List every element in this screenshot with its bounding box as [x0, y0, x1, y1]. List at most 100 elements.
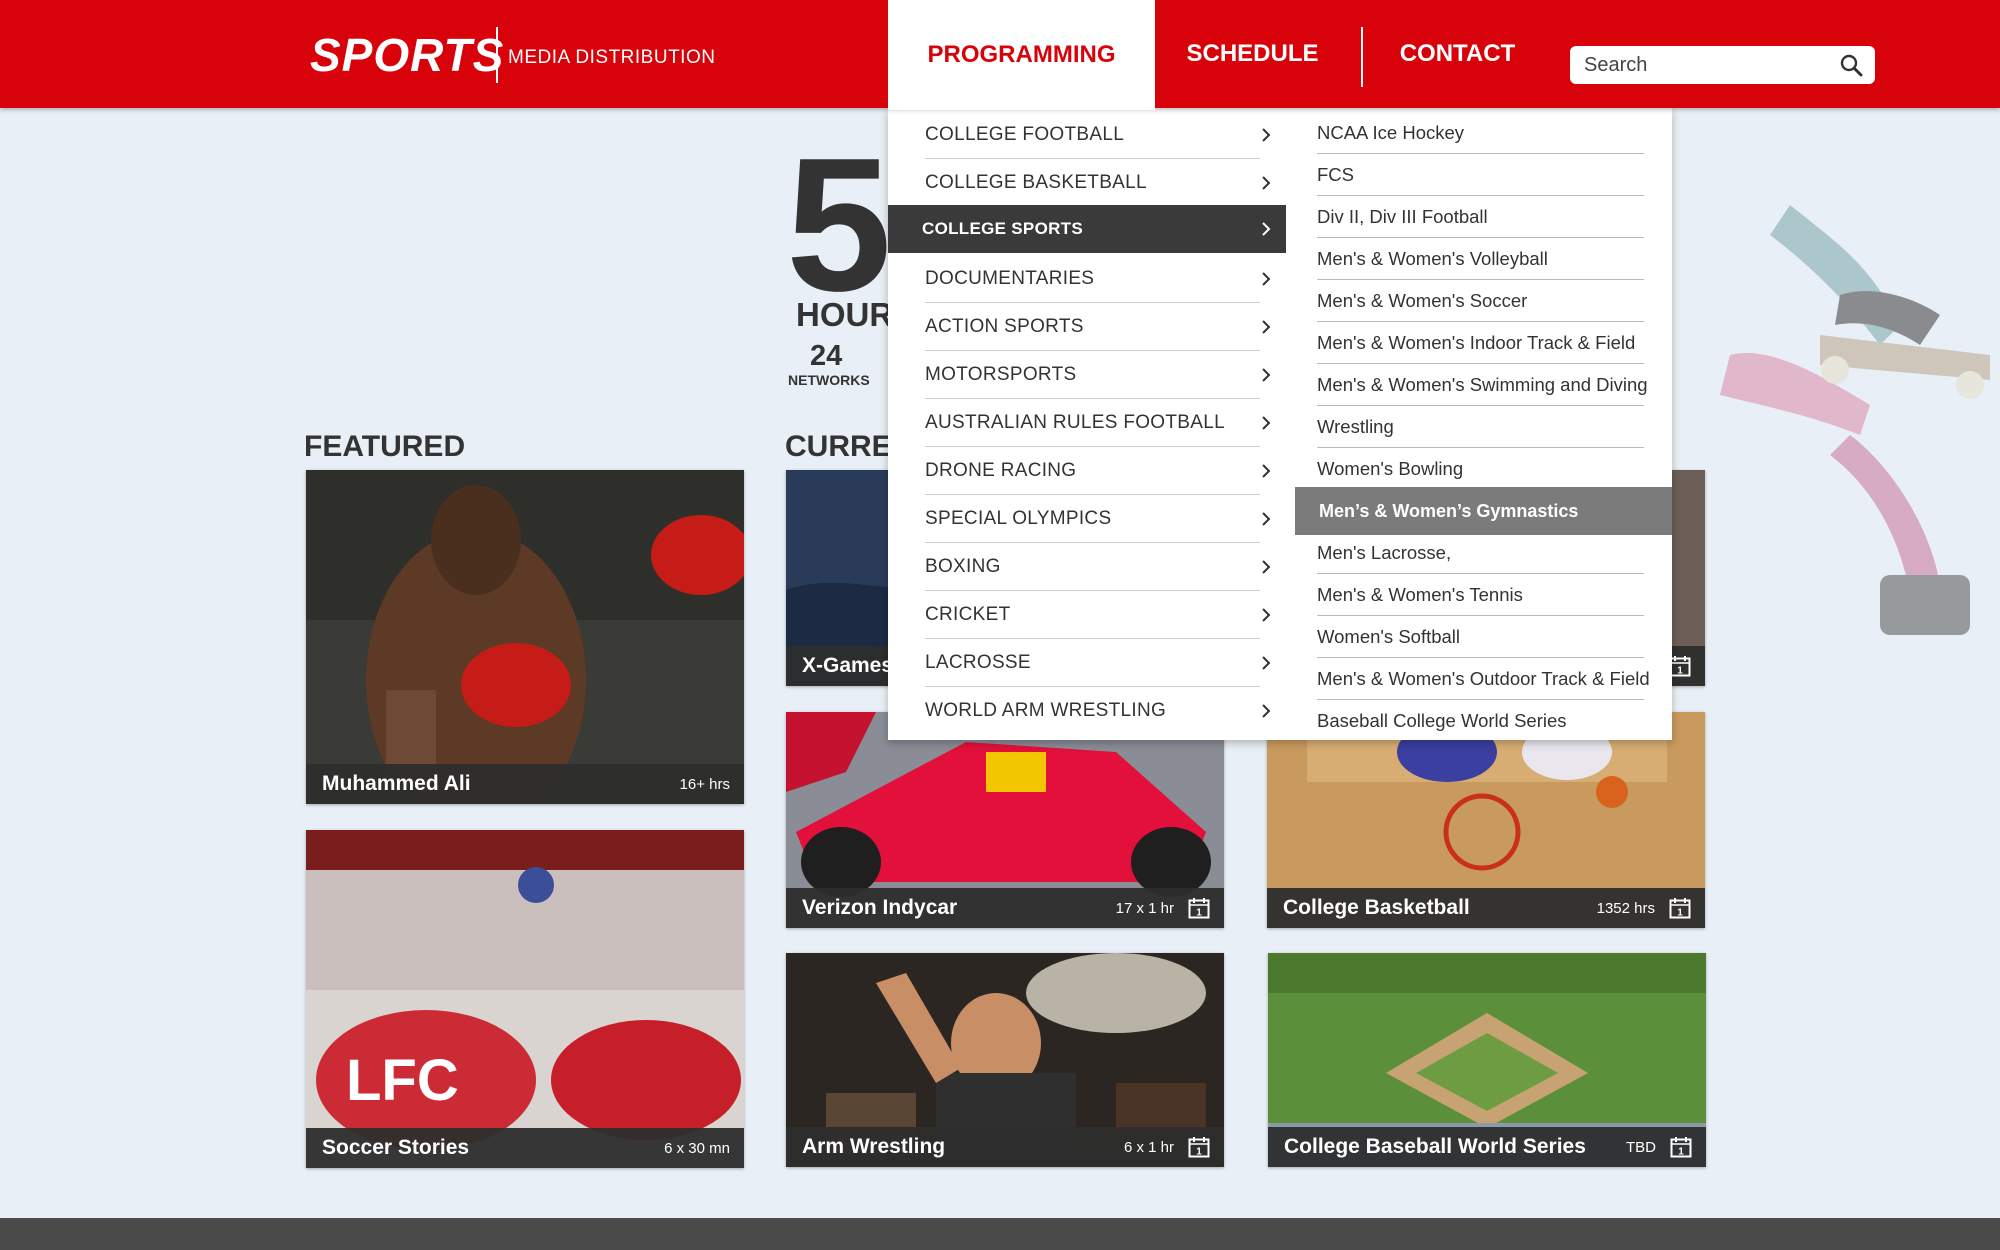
nav-divider: [1361, 27, 1363, 87]
menu-item-documentaries[interactable]: DOCUMENTARIES: [888, 255, 1286, 303]
submenu-item-label: Wrestling: [1317, 416, 1394, 437]
card-duration: 16+ hrs: [679, 775, 730, 793]
calendar-icon[interactable]: 1: [1188, 897, 1210, 919]
card-duration: 1352 hrs: [1596, 899, 1655, 917]
submenu-item-outdoor-track-field[interactable]: Men's & Women's Outdoor Track & Field: [1295, 658, 1672, 700]
card-verizon-indycar[interactable]: Verizon Indycar 17 x 1 hr 1: [786, 712, 1224, 928]
chevron-right-icon: [1262, 560, 1271, 574]
menu-item-college-football[interactable]: COLLEGE FOOTBALL: [888, 111, 1286, 159]
logo-divider: [496, 27, 498, 83]
submenu-item-indoor-track-field[interactable]: Men's & Women's Indoor Track & Field: [1295, 322, 1672, 364]
page-footer: [0, 1218, 2000, 1250]
nav-contact[interactable]: CONTACT: [1385, 0, 1530, 108]
hero-big-number: 5: [786, 119, 892, 331]
card-muhammed-ali[interactable]: Muhammed Ali 16+ hrs: [306, 470, 744, 804]
programming-dropdown: COLLEGE FOOTBALL COLLEGE BASKETBALL COLL…: [888, 108, 1672, 740]
submenu-item-label: Men's & Women's Volleyball: [1317, 248, 1548, 269]
submenu-item-mens-lacrosse[interactable]: Men's Lacrosse,: [1295, 532, 1672, 574]
submenu-item-label: Div II, Div III Football: [1317, 206, 1488, 227]
card-caption-bar: Soccer Stories 6 x 30 mn: [306, 1128, 744, 1168]
submenu-item-ncaa-ice-hockey[interactable]: NCAA Ice Hockey: [1295, 112, 1672, 154]
menu-item-action-sports[interactable]: ACTION SPORTS: [888, 303, 1286, 351]
menu-item-special-olympics[interactable]: SPECIAL OLYMPICS: [888, 495, 1286, 543]
submenu-item-tennis[interactable]: Men's & Women's Tennis: [1295, 574, 1672, 616]
submenu-item-div-ii-div-iii-football[interactable]: Div II, Div III Football: [1295, 196, 1672, 238]
submenu-item-label: Men's & Women's Swimming and Diving: [1317, 374, 1648, 395]
card-college-baseball-world-series[interactable]: College Baseball World Series TBD 1: [1268, 953, 1706, 1167]
menu-item-label: AUSTRALIAN RULES FOOTBALL: [925, 412, 1225, 433]
card-title: College Baseball World Series: [1284, 1135, 1586, 1158]
chevron-right-icon: [1262, 704, 1271, 718]
chevron-right-icon: [1262, 464, 1271, 478]
menu-item-label: WORLD ARM WRESTLING: [925, 700, 1167, 721]
calendar-icon[interactable]: 1: [1670, 1136, 1692, 1158]
calendar-icon[interactable]: 1: [1188, 1136, 1210, 1158]
chevron-right-icon: [1262, 368, 1271, 382]
menu-item-lacrosse[interactable]: LACROSSE: [888, 639, 1286, 687]
submenu-item-fcs[interactable]: FCS: [1295, 154, 1672, 196]
menu-item-college-basketball[interactable]: COLLEGE BASKETBALL: [888, 159, 1286, 207]
card-arm-wrestling[interactable]: Arm Wrestling 6 x 1 hr 1: [786, 953, 1224, 1167]
menu-item-college-sports[interactable]: COLLEGE SPORTS: [888, 205, 1286, 253]
site-logo[interactable]: SPORTS: [310, 28, 504, 82]
chevron-right-icon: [1262, 320, 1271, 334]
menu-item-label: ACTION SPORTS: [925, 316, 1084, 337]
submenu-item-label: Women's Softball: [1317, 626, 1461, 647]
card-image: [306, 470, 744, 804]
submenu-item-label: Men's & Women's Soccer: [1317, 290, 1528, 311]
submenu-item-label: NCAA Ice Hockey: [1317, 122, 1465, 143]
submenu-item-baseball-college-world-series[interactable]: Baseball College World Series: [1295, 700, 1672, 742]
calendar-icon[interactable]: 1: [1669, 655, 1691, 677]
submenu-item-gymnastics[interactable]: Men’s & Women’s Gymnastics: [1295, 487, 1672, 535]
menu-item-label: CRICKET: [925, 604, 1011, 625]
card-soccer-stories[interactable]: LFC Soccer Stories 6 x 30 mn: [306, 830, 744, 1168]
calendar-icon[interactable]: 1: [1669, 897, 1691, 919]
submenu-item-volleyball[interactable]: Men's & Women's Volleyball: [1295, 238, 1672, 280]
submenu-item-swimming-diving[interactable]: Men's & Women's Swimming and Diving: [1295, 364, 1672, 406]
calendar-day: 1: [1196, 1147, 1202, 1158]
skater-background-image: [1670, 205, 2000, 685]
hero-networks-count: 24: [810, 340, 843, 372]
menu-item-cricket[interactable]: CRICKET: [888, 591, 1286, 639]
chevron-right-icon: [1262, 512, 1271, 526]
calendar-day: 1: [1677, 666, 1683, 677]
menu-item-australian-rules-football[interactable]: AUSTRALIAN RULES FOOTBALL: [888, 399, 1286, 447]
nav-schedule[interactable]: SCHEDULE: [1170, 0, 1335, 108]
card-title: College Basketball: [1283, 896, 1470, 919]
card-caption-bar: Verizon Indycar 17 x 1 hr 1: [786, 888, 1224, 928]
menu-item-drone-racing[interactable]: DRONE RACING: [888, 447, 1286, 495]
menu-item-label: BOXING: [925, 556, 1001, 577]
card-caption-bar: College Basketball 1352 hrs 1: [1267, 888, 1705, 928]
card-episodes: 17 x 1 hr: [1115, 899, 1174, 917]
card-title: Arm Wrestling: [802, 1135, 946, 1158]
nav-programming[interactable]: PROGRAMMING: [888, 0, 1155, 110]
menu-item-label: SPECIAL OLYMPICS: [925, 508, 1112, 529]
search-input[interactable]: [1570, 53, 1820, 77]
menu-item-world-arm-wrestling[interactable]: WORLD ARM WRESTLING: [888, 687, 1286, 735]
hero-hours-label: HOUR: [796, 296, 894, 333]
menu-item-boxing[interactable]: BOXING: [888, 543, 1286, 591]
chevron-right-icon: [1262, 176, 1271, 190]
card-title: Muhammed Ali: [322, 772, 471, 795]
card-image: LFC: [306, 830, 744, 1168]
card-caption-bar: Arm Wrestling 6 x 1 hr 1: [786, 1127, 1224, 1167]
submenu-item-label: Men's Lacrosse,: [1317, 542, 1452, 563]
submenu-item-womens-softball[interactable]: Women's Softball: [1295, 616, 1672, 658]
card-episodes: 6 x 30 mn: [664, 1139, 730, 1157]
site-header: SPORTS MEDIA DISTRIBUTION PROGRAMMING SC…: [0, 0, 2000, 110]
submenu-item-soccer[interactable]: Men's & Women's Soccer: [1295, 280, 1672, 322]
calendar-day: 1: [1677, 908, 1683, 919]
card-college-basketball[interactable]: College Basketball 1352 hrs 1: [1267, 712, 1705, 928]
submenu-item-label: Men's & Women's Outdoor Track & Field: [1317, 668, 1650, 689]
submenu-item-womens-bowling[interactable]: Women's Bowling: [1295, 448, 1672, 490]
menu-item-motorsports[interactable]: MOTORSPORTS: [888, 351, 1286, 399]
calendar-day: 1: [1678, 1147, 1684, 1158]
chevron-right-icon: [1262, 608, 1271, 622]
submenu-item-label: Men's & Women's Tennis: [1317, 584, 1523, 605]
menu-item-label: COLLEGE SPORTS: [922, 219, 1083, 238]
search-icon[interactable]: [1839, 53, 1863, 82]
menu-item-label: DOCUMENTARIES: [925, 268, 1095, 289]
submenu-item-wrestling[interactable]: Wrestling: [1295, 406, 1672, 448]
menu-item-label: LACROSSE: [925, 652, 1031, 673]
section-title-featured: FEATURED: [304, 430, 466, 463]
